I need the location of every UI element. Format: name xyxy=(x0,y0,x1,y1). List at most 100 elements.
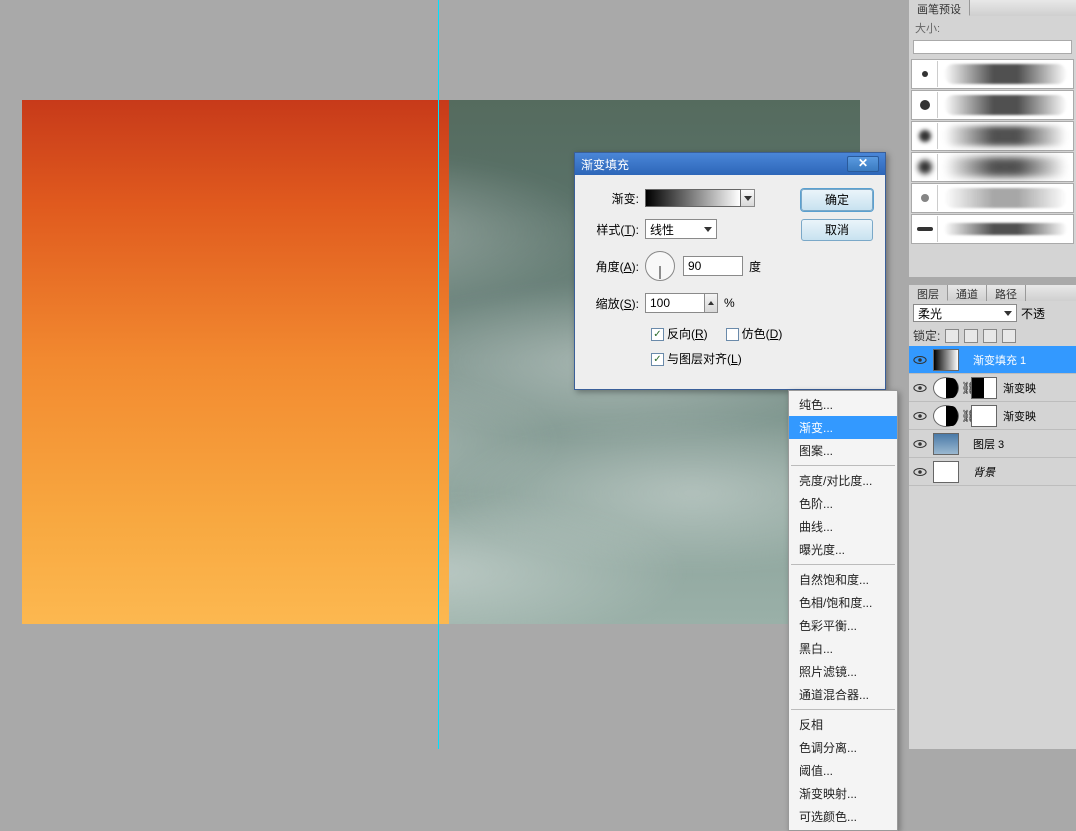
dialog-titlebar[interactable]: 渐变填充 ✕ xyxy=(575,153,885,175)
ctx-channel-mixer[interactable]: 通道混合器... xyxy=(789,683,897,706)
brush-preset[interactable] xyxy=(911,183,1074,213)
brush-preset[interactable] xyxy=(911,90,1074,120)
mask-thumbnail[interactable] xyxy=(971,405,997,427)
scale-unit: % xyxy=(724,296,735,310)
menu-separator xyxy=(791,465,895,466)
brush-preset[interactable] xyxy=(911,214,1074,244)
scale-input[interactable] xyxy=(645,293,705,313)
angle-dial[interactable] xyxy=(645,251,675,281)
gradient-preview[interactable] xyxy=(645,189,741,207)
layer-list: 渐变填充 1 ⛓ 渐变映 ⛓ 渐变映 图层 3 背景 xyxy=(909,346,1076,486)
chevron-down-icon xyxy=(1004,311,1012,316)
lock-position-icon[interactable] xyxy=(983,329,997,343)
adjustment-thumbnail[interactable] xyxy=(933,377,959,399)
eye-icon xyxy=(913,439,927,449)
dialog-title: 渐变填充 xyxy=(581,156,629,173)
layer-row[interactable]: ⛓ 渐变映 xyxy=(909,402,1076,430)
link-icon: ⛓ xyxy=(961,409,969,423)
brush-presets-panel: 画笔预设 大小: xyxy=(909,0,1076,277)
dither-checkbox[interactable]: 仿色(D) xyxy=(726,325,783,342)
ctx-levels[interactable]: 色阶... xyxy=(789,492,897,515)
eye-icon xyxy=(913,467,927,477)
align-with-layer-checkbox[interactable]: 与图层对齐(L) xyxy=(651,350,742,367)
ctx-pattern[interactable]: 图案... xyxy=(789,439,897,462)
layer-thumbnail[interactable] xyxy=(933,349,959,371)
layer-name[interactable]: 背景 xyxy=(969,464,995,480)
blend-mode-select[interactable]: 柔光 xyxy=(913,304,1017,322)
layer-row[interactable]: ⛓ 渐变映 xyxy=(909,374,1076,402)
eye-icon xyxy=(913,383,927,393)
tab-layers[interactable]: 图层 xyxy=(909,285,948,301)
layer-name[interactable]: 渐变映 xyxy=(999,380,1036,396)
chevron-down-icon xyxy=(744,196,752,201)
gradient-fill-dialog: 渐变填充 ✕ 确定 取消 渐变: 样式(T): 线性 角度(A): 度 缩放(S… xyxy=(574,152,886,390)
adjustment-thumbnail[interactable] xyxy=(933,405,959,427)
chevron-down-icon xyxy=(704,227,712,232)
ctx-solid-color[interactable]: 纯色... xyxy=(789,393,897,416)
gradient-dropdown-button[interactable] xyxy=(741,189,755,207)
ctx-gradient-map[interactable]: 渐变映射... xyxy=(789,782,897,805)
lock-transparent-icon[interactable] xyxy=(945,329,959,343)
ctx-photo-filter[interactable]: 照片滤镜... xyxy=(789,660,897,683)
ctx-selective-color[interactable]: 可选颜色... xyxy=(789,805,897,828)
scale-stepper[interactable] xyxy=(704,293,718,313)
ctx-threshold[interactable]: 阈值... xyxy=(789,759,897,782)
eye-icon xyxy=(913,355,927,365)
tab-paths[interactable]: 路径 xyxy=(987,285,1026,301)
ctx-hue-sat[interactable]: 色相/饱和度... xyxy=(789,591,897,614)
gradient-overlay xyxy=(22,100,449,624)
brush-size-slider[interactable] xyxy=(913,40,1072,54)
menu-separator xyxy=(791,709,895,710)
layer-name[interactable]: 渐变填充 1 xyxy=(969,352,1026,368)
vertical-guide xyxy=(438,0,439,749)
lock-all-icon[interactable] xyxy=(1002,329,1016,343)
style-combo[interactable]: 线性 xyxy=(645,219,717,239)
scale-label: 缩放(S): xyxy=(589,295,645,312)
lock-image-icon[interactable] xyxy=(964,329,978,343)
tab-brush-presets[interactable]: 画笔预设 xyxy=(909,0,970,16)
angle-label: 角度(A): xyxy=(589,258,645,275)
layer-row[interactable]: 图层 3 xyxy=(909,430,1076,458)
visibility-toggle[interactable] xyxy=(909,411,931,421)
ctx-bw[interactable]: 黑白... xyxy=(789,637,897,660)
visibility-toggle[interactable] xyxy=(909,439,931,449)
layers-panel: 图层 通道 路径 柔光 不透 锁定: 渐变填充 1 ⛓ 渐变映 ⛓ xyxy=(909,285,1076,749)
brush-preset[interactable] xyxy=(911,121,1074,151)
brush-preset[interactable] xyxy=(911,59,1074,89)
layer-thumbnail[interactable] xyxy=(933,433,959,455)
ok-button[interactable]: 确定 xyxy=(801,189,873,211)
visibility-toggle[interactable] xyxy=(909,467,931,477)
reverse-checkbox[interactable]: 反向(R) xyxy=(651,325,708,342)
eye-icon xyxy=(913,411,927,421)
ctx-gradient[interactable]: 渐变... xyxy=(789,416,897,439)
ctx-brightness[interactable]: 亮度/对比度... xyxy=(789,469,897,492)
link-icon: ⛓ xyxy=(961,381,969,395)
ctx-vibrance[interactable]: 自然饱和度... xyxy=(789,568,897,591)
angle-unit: 度 xyxy=(749,258,761,275)
adjustment-context-menu: 纯色... 渐变... 图案... 亮度/对比度... 色阶... 曲线... … xyxy=(788,390,898,831)
tab-channels[interactable]: 通道 xyxy=(948,285,987,301)
layer-row[interactable]: 背景 xyxy=(909,458,1076,486)
angle-input[interactable] xyxy=(683,256,743,276)
layer-name[interactable]: 渐变映 xyxy=(999,408,1036,424)
close-icon[interactable]: ✕ xyxy=(847,156,879,172)
layer-name[interactable]: 图层 3 xyxy=(969,436,1004,452)
ctx-curves[interactable]: 曲线... xyxy=(789,515,897,538)
ctx-color-balance[interactable]: 色彩平衡... xyxy=(789,614,897,637)
style-label: 样式(T): xyxy=(589,221,645,238)
mask-thumbnail[interactable] xyxy=(971,377,997,399)
ctx-invert[interactable]: 反相 xyxy=(789,713,897,736)
visibility-toggle[interactable] xyxy=(909,383,931,393)
ctx-exposure[interactable]: 曝光度... xyxy=(789,538,897,561)
layer-row[interactable]: 渐变填充 1 xyxy=(909,346,1076,374)
brush-list[interactable] xyxy=(909,58,1076,245)
ctx-posterize[interactable]: 色调分离... xyxy=(789,736,897,759)
cancel-button[interactable]: 取消 xyxy=(801,219,873,241)
gradient-label: 渐变: xyxy=(589,190,645,207)
visibility-toggle[interactable] xyxy=(909,355,931,365)
lock-label: 锁定: xyxy=(913,327,940,344)
menu-separator xyxy=(791,564,895,565)
layer-thumbnail[interactable] xyxy=(933,461,959,483)
opacity-label: 不透 xyxy=(1021,305,1045,322)
brush-preset[interactable] xyxy=(911,152,1074,182)
